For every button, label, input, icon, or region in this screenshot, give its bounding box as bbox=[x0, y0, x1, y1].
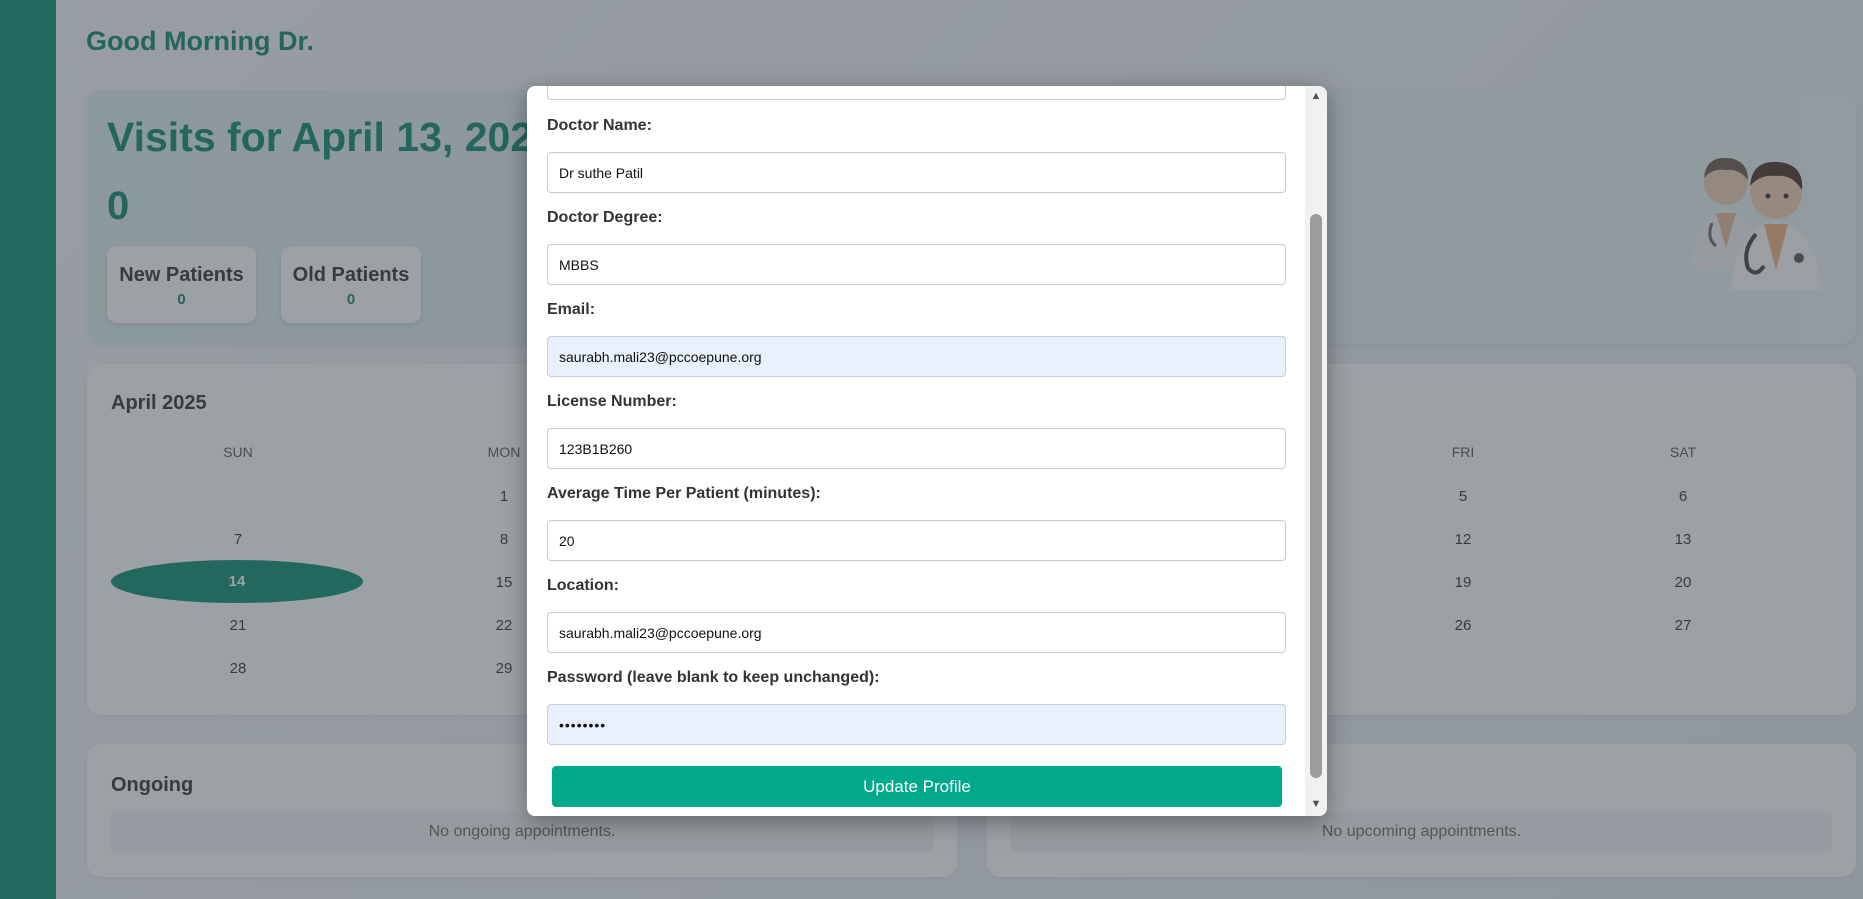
modal-scroll-content: Doctor Name: Doctor Degree: Email: Licen… bbox=[527, 86, 1305, 816]
partial-input-field[interactable] bbox=[547, 86, 1286, 100]
location-label: Location: bbox=[547, 577, 619, 594]
avg-time-label: Average Time Per Patient (minutes): bbox=[547, 485, 821, 502]
edit-profile-modal: Doctor Name: Doctor Degree: Email: Licen… bbox=[527, 86, 1327, 816]
doctor-name-label: Doctor Name: bbox=[547, 117, 652, 134]
scrollbar-thumb[interactable] bbox=[1310, 214, 1322, 778]
doctor-name-input[interactable] bbox=[547, 152, 1286, 193]
license-number-label: License Number: bbox=[547, 393, 677, 410]
scroll-down-icon[interactable]: ▼ bbox=[1305, 798, 1327, 812]
avg-time-input[interactable] bbox=[547, 520, 1286, 561]
doctor-degree-input[interactable] bbox=[547, 244, 1286, 285]
email-label: Email: bbox=[547, 301, 596, 318]
email-input[interactable] bbox=[547, 336, 1286, 377]
license-number-input[interactable] bbox=[547, 428, 1286, 469]
password-label: Password (leave blank to keep unchanged)… bbox=[547, 669, 880, 686]
scroll-up-icon[interactable]: ▲ bbox=[1305, 90, 1327, 104]
password-input[interactable] bbox=[547, 704, 1286, 745]
location-input[interactable] bbox=[547, 612, 1286, 653]
modal-scrollbar[interactable]: ▲ ▼ bbox=[1305, 86, 1327, 816]
doctor-degree-label: Doctor Degree: bbox=[547, 209, 663, 226]
update-profile-button[interactable]: Update Profile bbox=[552, 766, 1282, 807]
